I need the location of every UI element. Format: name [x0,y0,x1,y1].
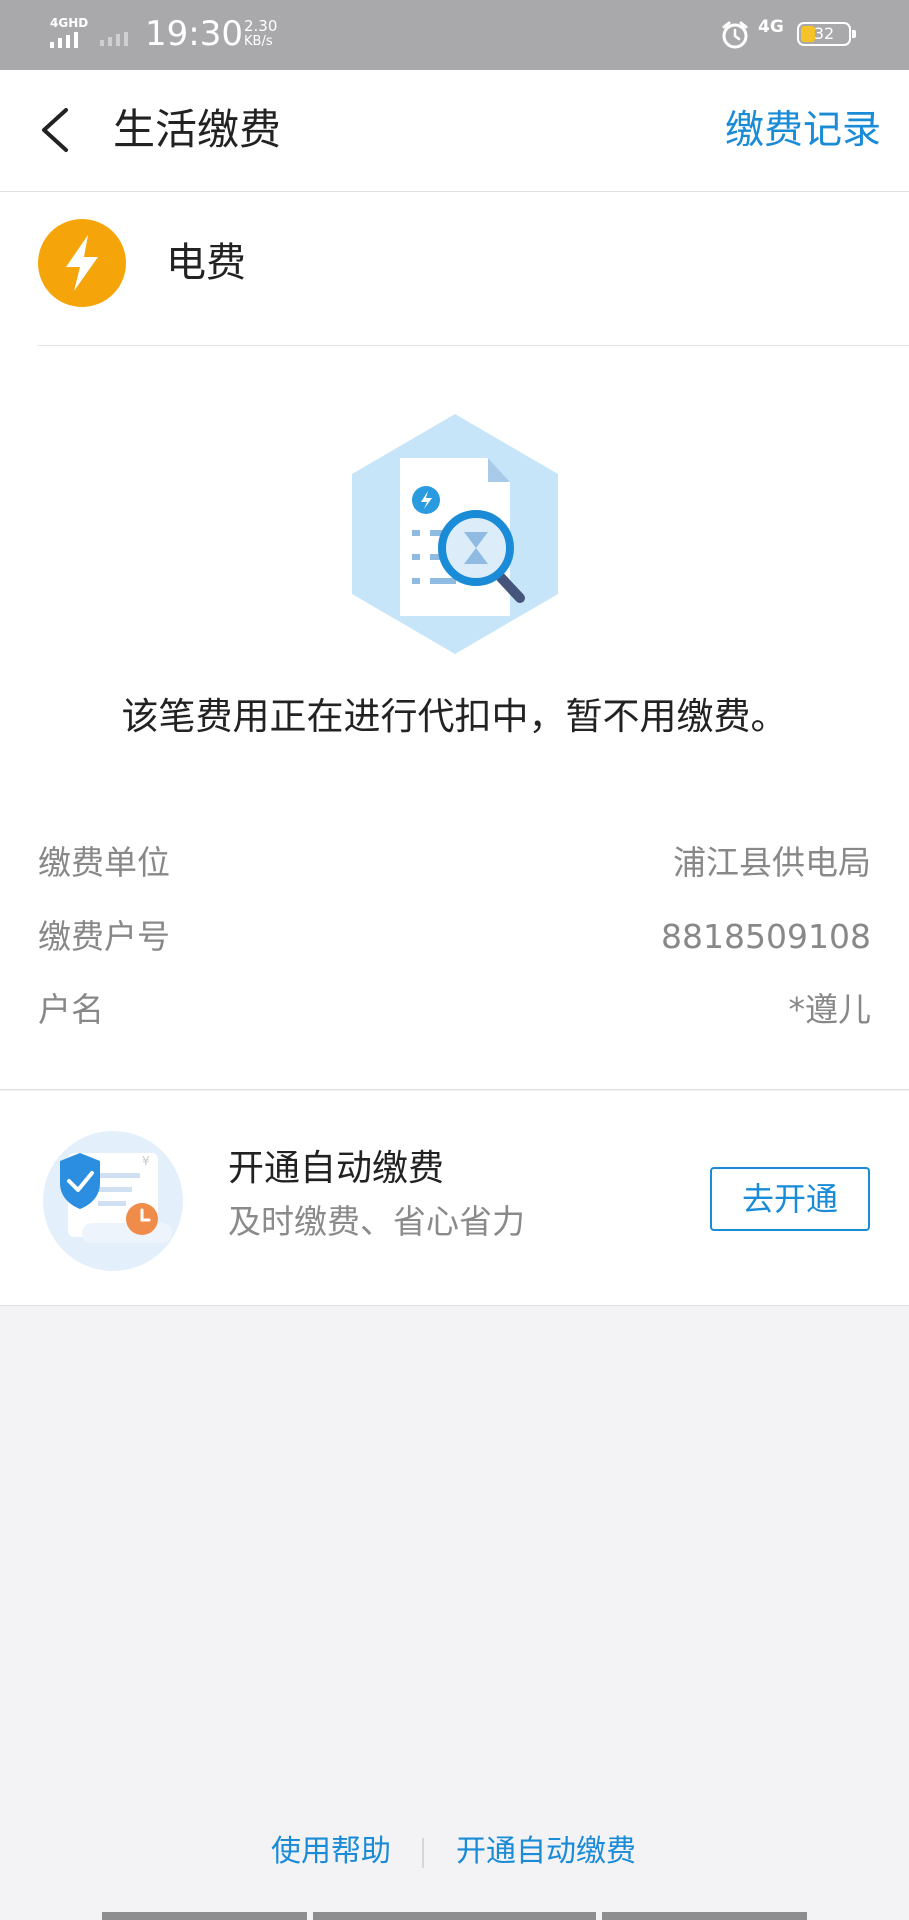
status-bar: 4GHD 19:30 2.30 KB/s 4G 32 [0,0,909,70]
detail-row-name: 户名 *遵儿 [38,985,871,1035]
bill-panel: 电费 该笔费用正在进行代扣中，暂不用缴费。 缴费单位 浦江县供电局 缴费户号 8… [0,192,909,1090]
network-speed: 2.30 KB/s [244,18,277,50]
autopay-title: 开通自动缴费 [228,1148,445,1189]
detail-row-unit: 缴费单位 浦江县供电局 [38,838,871,888]
detail-label: 缴费户号 [38,917,170,956]
shield-bill-icon: ¥ [43,1131,183,1271]
status-time: 19:30 [145,14,243,54]
autopay-footer-link[interactable]: 开通自动缴费 [456,1830,636,1874]
battery-percent: 32 [813,24,835,43]
chevron-left-icon[interactable] [32,100,82,160]
autopay-card: ¥ 开通自动缴费 及时缴费、省心省力 去开通 [0,1091,909,1306]
battery-icon: 32 [797,22,856,46]
network-type: 4GHD [50,16,89,30]
nav-indicator-left [102,1912,307,1920]
app-header: 生活缴费 缴费记录 [0,70,909,192]
detail-value: 浦江县供电局 [673,843,871,882]
bill-type-name: 电费 [166,240,246,286]
payment-records-link[interactable]: 缴费记录 [725,104,881,158]
detail-value: 8818509108 [661,917,871,956]
detail-label: 户名 [38,990,104,1029]
detail-label: 缴费单位 [38,843,170,882]
bill-type-row: 电费 [38,192,909,346]
lightning-icon [38,219,126,307]
footer-divider [422,1838,424,1868]
signal-strength-icon [50,32,78,48]
signal-strength-secondary-icon [100,32,128,46]
nav-indicator-right [602,1912,807,1920]
speed-value: 2.30 [244,17,278,35]
detail-value: *遵儿 [788,990,872,1029]
status-message: 该笔费用正在进行代扣中，暂不用缴费。 [121,695,788,738]
document-search-icon [352,414,558,654]
speed-unit: KB/s [244,34,273,49]
autopay-subtitle: 及时缴费、省心省力 [228,1202,525,1241]
help-link[interactable]: 使用帮助 [271,1830,391,1874]
footer-links: 使用帮助 开通自动缴费 [0,1830,909,1880]
page-title: 生活缴费 [113,105,282,154]
svg-text:¥: ¥ [142,1154,150,1168]
detail-row-account: 缴费户号 8818509108 [38,912,871,962]
enable-autopay-button[interactable]: 去开通 [710,1167,870,1231]
network-type-right: 4G [758,17,784,37]
nav-indicator-center [313,1912,596,1920]
alarm-icon [722,21,748,49]
